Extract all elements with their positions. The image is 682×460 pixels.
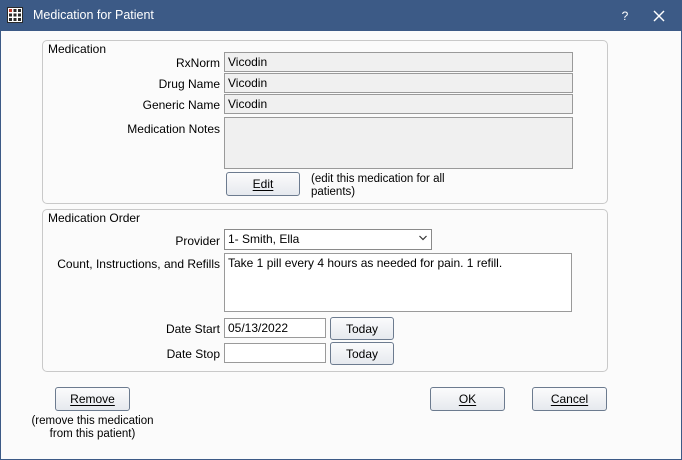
ok-button[interactable]: OK [430,387,505,411]
help-button[interactable]: ? [613,5,637,27]
instructions-label: Count, Instructions, and Refills [57,257,220,271]
close-button[interactable] [647,5,671,27]
medication-notes-label: Medication Notes [127,122,220,136]
edit-note: (edit this medication for all patients) [311,173,445,198]
rxnorm-field[interactable]: Vicodin [224,52,573,72]
cancel-button[interactable]: Cancel [532,387,607,411]
provider-select[interactable]: 1- Smith, Ella [224,229,432,250]
provider-label: Provider [175,234,220,248]
drug-name-field[interactable]: Vicodin [224,73,573,93]
medication-group-title: Medication [48,42,107,56]
generic-name-field[interactable]: Vicodin [224,94,573,114]
title-bar[interactable]: Medication for Patient ? [1,1,681,31]
date-start-label: Date Start [165,322,220,336]
cancel-button-label: Cancel [550,392,589,406]
generic-name-label: Generic Name [142,98,220,112]
edit-button-label: Edit [252,177,274,191]
remove-button[interactable]: Remove [55,387,130,411]
remove-button-label: Remove [70,392,115,406]
provider-select-value: 1- Smith, Ella [228,232,300,246]
close-icon [653,10,665,22]
date-stop-field[interactable] [224,343,326,363]
medication-notes-field[interactable] [224,117,573,169]
window-title: Medication for Patient [33,8,154,22]
medication-dialog: Medication for Patient ? Medication RxNo… [0,0,682,460]
medication-order-group-title: Medication Order [48,211,141,225]
remove-note: (remove this medication from this patien… [31,415,154,440]
instructions-field[interactable]: Take 1 pill every 4 hours as needed for … [224,253,572,312]
ok-button-label: OK [458,392,477,406]
drug-name-label: Drug Name [158,77,220,91]
date-stop-today-button[interactable]: Today [330,342,394,365]
grid-app-icon [7,7,23,23]
edit-button[interactable]: Edit [226,172,300,196]
date-start-today-button[interactable]: Today [330,317,394,340]
chevron-down-icon [419,235,427,241]
rxnorm-label: RxNorm [176,56,220,70]
date-stop-label: Date Stop [166,347,220,361]
date-start-field[interactable]: 05/13/2022 [224,318,326,338]
